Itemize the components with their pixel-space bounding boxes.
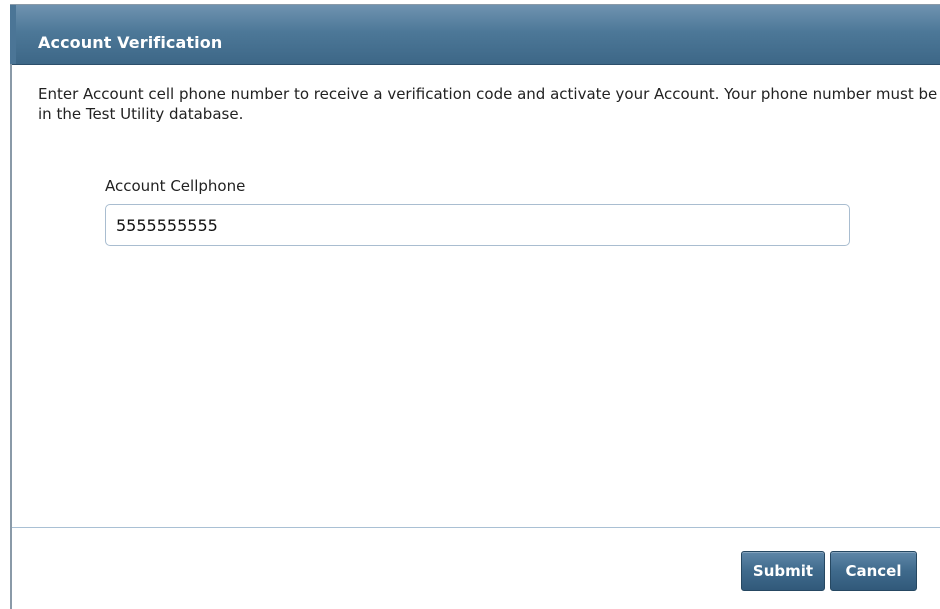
instructions-text: Enter Account cell phone number to recei… <box>38 85 938 123</box>
titlebar-edge <box>10 5 16 64</box>
submit-button[interactable]: Submit <box>741 551 825 591</box>
cancel-button[interactable]: Cancel <box>830 551 917 591</box>
cellphone-label: Account Cellphone <box>105 177 246 195</box>
dialog-title: Account Verification <box>38 33 223 52</box>
dialog-titlebar: Account Verification <box>10 5 940 65</box>
footer-divider <box>12 527 940 528</box>
account-verification-dialog: Account Verification Enter Account cell … <box>10 4 940 609</box>
cellphone-input[interactable] <box>105 204 850 246</box>
